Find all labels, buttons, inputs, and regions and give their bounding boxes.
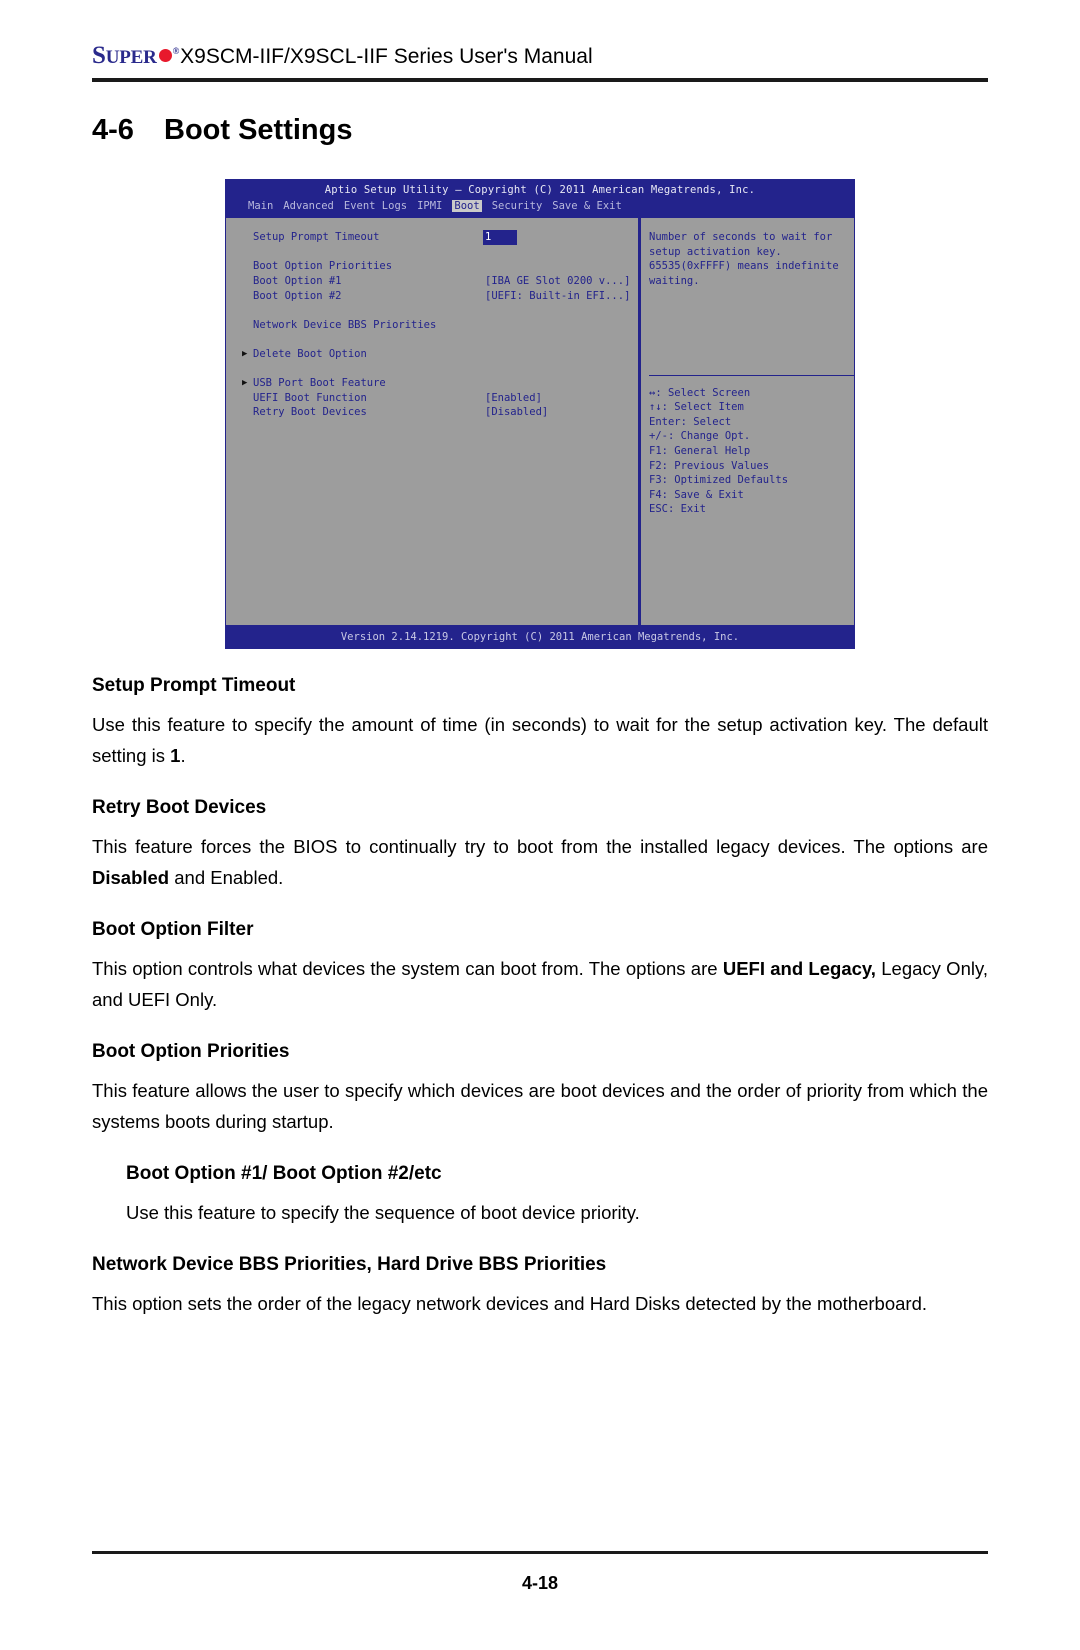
setting-value-selected[interactable]: 1 xyxy=(483,230,518,245)
setting-value[interactable]: [Disabled] xyxy=(485,405,548,420)
key-hint-save-exit: F4: Save & Exit xyxy=(649,488,744,501)
para-bold-default-value: 1 xyxy=(170,745,181,766)
row-arrow-icon xyxy=(242,274,253,289)
row-arrow-icon xyxy=(242,289,253,304)
key-hint-esc-exit: ESC: Exit xyxy=(649,503,706,516)
bios-tab-boot[interactable]: Boot xyxy=(452,199,482,212)
key-hint-select-item: ↑↓: Select Item xyxy=(649,401,744,414)
para-text: This feature forces the BIOS to continua… xyxy=(92,836,988,857)
paragraph-retry-boot-devices: This feature forces the BIOS to continua… xyxy=(92,831,988,893)
registered-mark: ® xyxy=(172,46,180,56)
paragraph-boot-option-filter: This option controls what devices the sy… xyxy=(92,953,988,1015)
logo-letter-s: S xyxy=(92,42,106,69)
key-hint-select-screen: ↔: Select Screen xyxy=(649,386,751,399)
key-hint-change-opt: +/-: Change Opt. xyxy=(649,430,751,443)
bios-screenshot-figure: Aptio Setup Utility – Copyright (C) 2011… xyxy=(92,179,988,649)
row-spacer xyxy=(242,303,638,318)
bios-menubar: Main Advanced Event Logs IPMI Boot Security Sa… xyxy=(226,198,854,217)
row-spacer xyxy=(242,362,638,377)
bios-body: Setup Prompt Timeout 1 Boot Option Prior… xyxy=(226,216,854,628)
bios-titlebar: Aptio Setup Utility – Copyright (C) 2011… xyxy=(226,180,854,199)
setting-label: Retry Boot Devices xyxy=(253,406,367,419)
bios-help-pane: Number of seconds to wait for setup acti… xyxy=(640,218,854,626)
key-hint-optimized-defaults: F3: Optimized Defaults xyxy=(649,474,789,487)
heading-bbs-priorities: Network Device BBS Priorities, Hard Driv… xyxy=(92,1254,607,1275)
bios-tab-security[interactable]: Security xyxy=(492,200,543,212)
setting-label: Boot Option #1 xyxy=(253,274,342,287)
setting-row-boot-option-2[interactable]: Boot Option #2 [UEFI: Built-in EFI...] xyxy=(242,289,638,304)
setting-label: Boot Option #2 xyxy=(253,289,342,302)
setting-row-delete-boot-option[interactable]: ▶ Delete Boot Option xyxy=(242,347,638,362)
page-number: 4-18 xyxy=(521,1573,559,1593)
help-divider xyxy=(649,374,854,376)
heading-retry-boot-devices: Retry Boot Devices xyxy=(92,797,267,818)
key-hint-enter-select: Enter: Select xyxy=(649,415,732,428)
para-text-tail: and Enabled. xyxy=(169,867,284,888)
row-arrow-icon xyxy=(242,259,253,274)
body-content: Setup Prompt Timeout Use this feature to… xyxy=(92,675,988,1319)
bios-setup-window: Aptio Setup Utility – Copyright (C) 2011… xyxy=(225,179,855,649)
supermicro-logo: S UPER ® xyxy=(92,42,179,70)
bios-tab-ipmi[interactable]: IPMI xyxy=(417,200,442,212)
help-description: Number of seconds to wait for setup acti… xyxy=(649,231,839,287)
key-hint-general-help: F1: General Help xyxy=(649,444,751,457)
row-arrow-icon xyxy=(242,391,253,406)
paragraph-bbs-priorities: This option sets the order of the legacy… xyxy=(92,1293,928,1314)
setting-row-setup-prompt-timeout[interactable]: Setup Prompt Timeout 1 xyxy=(242,230,638,245)
row-spacer xyxy=(242,332,638,347)
para-text: Use this feature to specify the amount o… xyxy=(92,714,988,766)
setting-row-boot-option-1[interactable]: Boot Option #1 [IBA GE Slot 0200 v...] xyxy=(242,274,638,289)
setting-value[interactable]: [UEFI: Built-in EFI...] xyxy=(485,289,630,304)
submenu-arrow-icon: ▶ xyxy=(242,378,248,389)
setting-label: USB Port Boot Feature xyxy=(253,377,386,390)
logo-red-dot-icon xyxy=(158,49,172,62)
setting-label: Boot Option Priorities xyxy=(253,260,393,273)
manual-page: S UPER ® X9SCM-IIF/X9SCL-IIF Series User's… xyxy=(0,0,1080,1650)
header-divider xyxy=(92,78,988,82)
section-title: Boot Settings xyxy=(164,114,353,146)
submenu-arrow-icon: ▶ xyxy=(242,348,248,359)
setting-label: Setup Prompt Timeout xyxy=(253,231,380,244)
bios-version-bar: Version 2.14.1219. Copyright (C) 2011 Am… xyxy=(226,627,854,648)
para-text: This option controls what devices the sy… xyxy=(92,958,723,979)
setting-label: Delete Boot Option xyxy=(253,347,367,360)
section-number: 4-6 xyxy=(92,114,134,146)
setting-row-usb-port-boot-feature[interactable]: ▶ USB Port Boot Feature xyxy=(242,376,638,391)
setting-group-boot-option-priorities: Boot Option Priorities xyxy=(242,259,638,274)
bios-settings-pane: Setup Prompt Timeout 1 Boot Option Prior… xyxy=(226,218,640,626)
row-spacer xyxy=(242,245,638,260)
bios-tab-advanced[interactable]: Advanced xyxy=(283,200,334,212)
setting-row-network-device-bbs-priorities[interactable]: Network Device BBS Priorities xyxy=(242,318,638,333)
row-arrow-icon xyxy=(242,318,253,333)
heading-boot-option-filter: Boot Option Filter xyxy=(92,919,254,940)
row-arrow-icon xyxy=(242,405,253,420)
page-title: 4-6 Boot Settings xyxy=(92,114,988,147)
para-bold-default-option: Disabled xyxy=(92,867,170,888)
bios-tab-main[interactable]: Main xyxy=(248,200,273,212)
running-header: S UPER ® X9SCM-IIF/X9SCL-IIF Series User's… xyxy=(92,0,988,70)
heading-boot-option-priorities: Boot Option Priorities xyxy=(92,1041,290,1062)
setting-row-uefi-boot-function[interactable]: UEFI Boot Function [Enabled] xyxy=(242,391,638,406)
setting-label: UEFI Boot Function xyxy=(253,391,367,404)
setting-value[interactable]: [Enabled] xyxy=(485,391,542,406)
setting-label: Network Device BBS Priorities xyxy=(253,318,437,331)
paragraph-boot-option-numbers: Use this feature to specify the sequence… xyxy=(126,1202,640,1223)
key-hint-previous-values: F2: Previous Values xyxy=(649,459,770,472)
paragraph-setup-prompt-timeout: Use this feature to specify the amount o… xyxy=(92,709,988,771)
footer-divider xyxy=(92,1551,988,1554)
heading-boot-option-numbers: Boot Option #1/ Boot Option #2/etc xyxy=(126,1163,442,1184)
setting-row-retry-boot-devices[interactable]: Retry Boot Devices [Disabled] xyxy=(242,405,638,420)
bios-tab-save-exit[interactable]: Save & Exit xyxy=(552,200,622,212)
bios-tab-event-logs[interactable]: Event Logs xyxy=(344,200,407,212)
paragraph-boot-option-priorities: This feature allows the user to specify … xyxy=(92,1080,988,1132)
header-title: X9SCM-IIF/X9SCL-IIF Series User's Manual xyxy=(180,45,593,68)
logo-letters-uper: UPER xyxy=(105,47,157,68)
heading-setup-prompt-timeout: Setup Prompt Timeout xyxy=(92,675,296,696)
setting-value[interactable]: [IBA GE Slot 0200 v...] xyxy=(485,274,630,289)
para-bold-default-option: UEFI and Legacy, xyxy=(722,958,876,979)
row-arrow-icon xyxy=(242,230,253,245)
para-text-tail: . xyxy=(180,745,186,766)
